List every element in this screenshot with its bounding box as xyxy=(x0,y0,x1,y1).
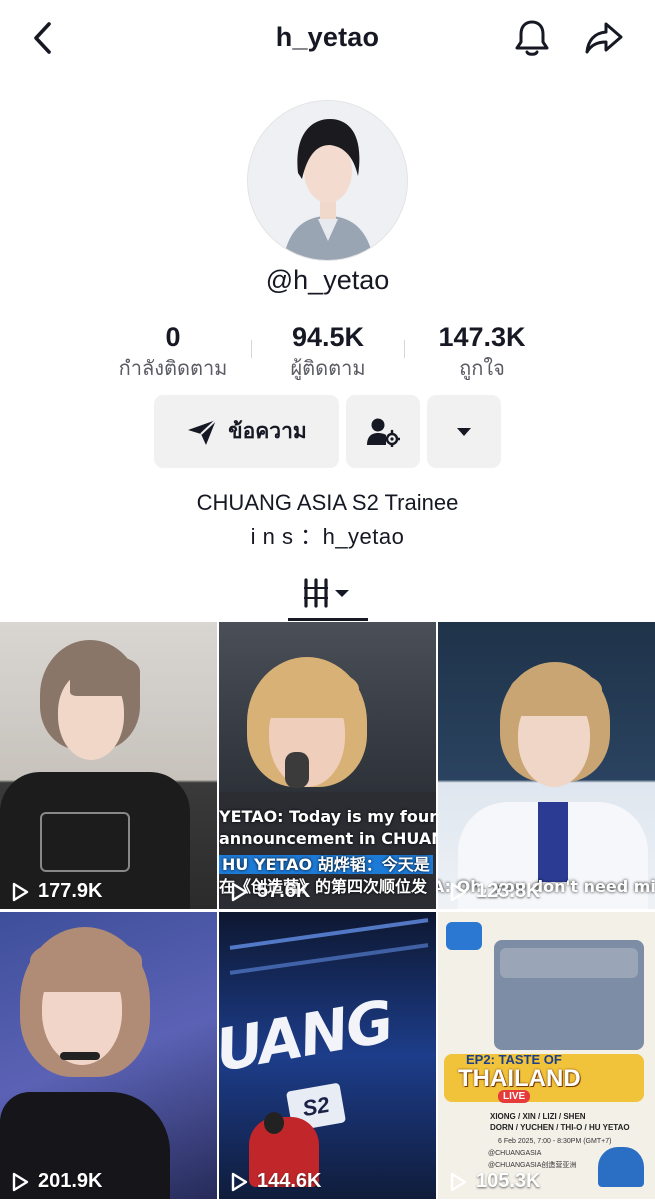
play-icon xyxy=(450,882,467,901)
stat-likes-label: ถูกใจ xyxy=(459,356,505,380)
video-caption: YETAO: Today is my fourth xyxy=(219,807,436,826)
video-view-count: 144.6K xyxy=(229,1170,322,1193)
more-options-button[interactable] xyxy=(427,395,501,468)
tab-active-indicator xyxy=(288,618,368,621)
video-thumbnail[interactable]: 201.9K xyxy=(0,912,217,1199)
video-view-count: 105.3K xyxy=(448,1170,541,1193)
stage-logo-text: UANG xyxy=(219,987,398,1085)
poster-names: XIONG / XIN / LIZI / SHEN xyxy=(490,1112,586,1121)
top-bar: h_yetao xyxy=(0,0,655,80)
play-icon xyxy=(12,1172,29,1191)
content-tab-bar xyxy=(0,565,655,621)
send-icon xyxy=(188,418,217,445)
video-caption: HU YETAO 胡烨韬：今天是 xyxy=(219,851,433,875)
video-view-count: 201.9K xyxy=(10,1170,103,1193)
stat-likes-value: 147.3K xyxy=(438,322,526,352)
stat-following-value: 0 xyxy=(165,322,181,352)
video-view-count: 57.6K xyxy=(229,880,310,903)
video-caption: announcement in CHUANG xyxy=(219,829,436,848)
avatar-image xyxy=(248,101,407,260)
play-icon xyxy=(450,1172,467,1191)
video-view-count: 177.9K xyxy=(10,880,103,903)
bio-line: i n s ：h_yetao xyxy=(250,524,405,549)
user-settings-icon xyxy=(367,418,400,447)
poster-decoration xyxy=(598,1147,644,1187)
share-arrow-icon xyxy=(585,22,623,54)
poster-handle: @CHUANGASIA创造营亚洲 xyxy=(488,1162,577,1169)
poster-handle: @CHUANGASIA xyxy=(488,1150,542,1157)
play-icon xyxy=(231,882,248,901)
show-logo xyxy=(446,922,482,950)
bio-line: CHUANG ASIA S2 Trainee xyxy=(196,490,459,515)
view-count-text: 123.8K xyxy=(476,880,541,902)
poster-title: THAILAND xyxy=(458,1065,581,1092)
message-button-label: ข้อความ xyxy=(228,419,307,443)
view-count-text: 105.3K xyxy=(476,1170,541,1192)
stat-following[interactable]: 0 กำลังติดตาม xyxy=(93,320,253,382)
caret-down-icon xyxy=(457,427,471,436)
stat-followers-value: 94.5K xyxy=(291,322,365,352)
notification-button[interactable] xyxy=(510,16,554,60)
profile-avatar[interactable] xyxy=(247,100,408,261)
add-friend-button[interactable] xyxy=(346,395,420,468)
view-count-text: 57.6K xyxy=(257,880,311,902)
play-icon xyxy=(12,882,29,901)
stat-followers-label: ผู้ติดตาม xyxy=(290,356,366,380)
share-button[interactable] xyxy=(582,16,626,60)
stat-likes[interactable]: 147.3K ถูกใจ xyxy=(402,320,562,382)
tab-videos[interactable] xyxy=(288,565,368,621)
video-view-count: 123.8K xyxy=(448,880,541,903)
poster-date: 6 Feb 2025, 7:00 - 8:30PM (GMT+7) xyxy=(498,1138,612,1145)
video-thumbnail[interactable]: EP2: TASTE OF THAILAND LIVE XIONG / XIN … xyxy=(438,912,655,1199)
video-thumbnail[interactable]: 177.9K xyxy=(0,622,217,909)
stat-followers[interactable]: 94.5K ผู้ติดตาม xyxy=(248,320,408,382)
profile-stats: 0 กำลังติดตาม 94.5K ผู้ติดตาม 147.3K ถูก… xyxy=(0,320,655,390)
view-count-text: 144.6K xyxy=(257,1170,322,1192)
view-count-text: 201.9K xyxy=(38,1170,103,1192)
message-button[interactable]: ข้อความ xyxy=(154,395,339,468)
stat-following-label: กำลังติดตาม xyxy=(118,356,228,380)
view-count-text: 177.9K xyxy=(38,880,103,902)
video-thumbnail[interactable]: UANG S2 144.6K xyxy=(219,912,436,1199)
poster-names: DORN / YUCHEN / THI-O / HU YETAO xyxy=(490,1123,630,1132)
profile-handle: @h_yetao xyxy=(265,265,390,295)
bell-icon xyxy=(515,20,549,56)
video-thumbnail[interactable]: YETAO: Today is my fourth announcement i… xyxy=(219,622,436,909)
video-thumbnail[interactable]: A: Oh, you don't need mic? 123.8K xyxy=(438,622,655,909)
play-icon xyxy=(231,1172,248,1191)
video-grid-icon xyxy=(304,578,349,608)
live-badge: LIVE xyxy=(498,1090,531,1103)
page-title: h_yetao xyxy=(275,22,380,52)
